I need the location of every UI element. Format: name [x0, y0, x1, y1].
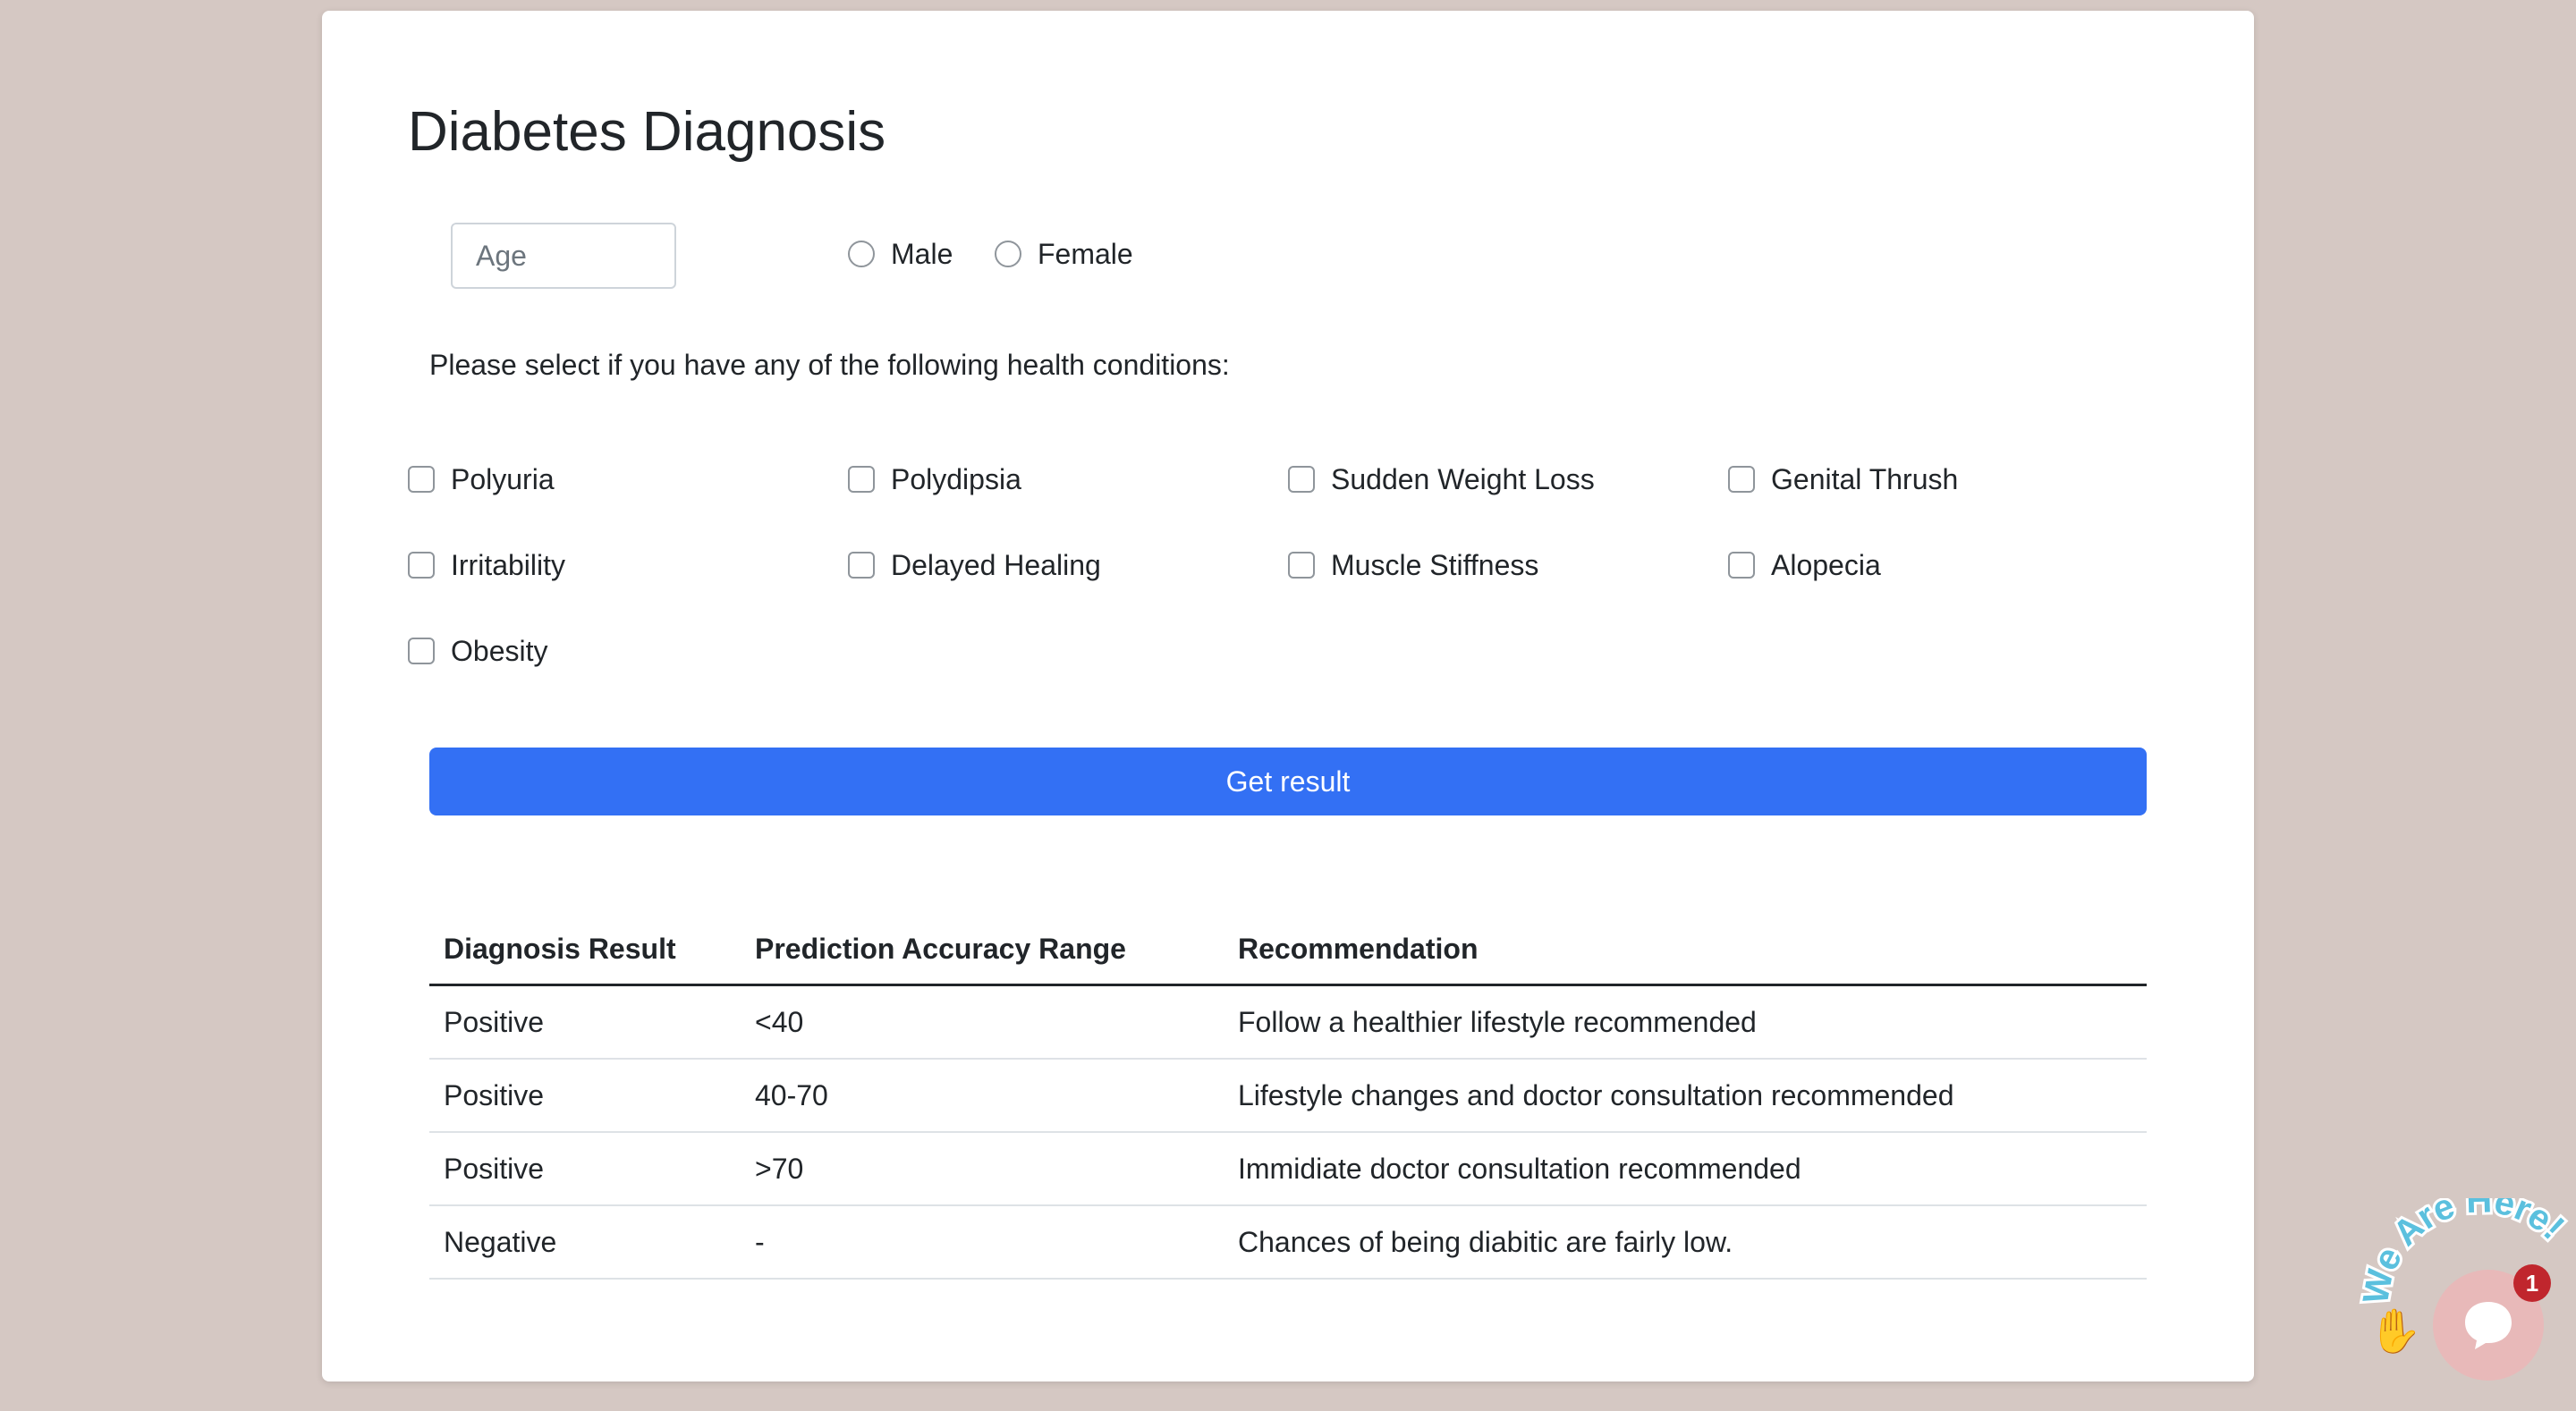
accuracy-range-cell: >70 — [741, 1132, 1224, 1206]
accuracy-range-cell: 40-70 — [741, 1059, 1224, 1133]
get-result-button[interactable]: Get result — [429, 748, 2147, 815]
diagnosis-result-cell: Negative — [429, 1205, 741, 1280]
condition-label: Genital Thrush — [1771, 462, 1959, 495]
checkbox[interactable] — [1288, 552, 1315, 579]
checkbox[interactable] — [1728, 552, 1755, 579]
condition-delayed-healing[interactable]: Delayed Healing — [848, 543, 1101, 587]
condition-polydipsia[interactable]: Polydipsia — [848, 457, 1021, 502]
condition-label: Obesity — [451, 634, 548, 667]
condition-sudden-weight-loss[interactable]: Sudden Weight Loss — [1288, 457, 1595, 502]
conditions-prompt: Please select if you have any of the fol… — [429, 349, 1230, 381]
checkbox[interactable] — [408, 638, 435, 664]
accuracy-range-cell: - — [741, 1205, 1224, 1280]
recommendation-cell: Follow a healthier lifestyle recommended — [1224, 984, 2147, 1060]
recommendation-cell: Immidiate doctor consultation recommende… — [1224, 1132, 2147, 1206]
results-table: Diagnosis Result Prediction Accuracy Ran… — [429, 914, 2147, 1280]
radio-button[interactable] — [848, 241, 875, 267]
checkbox[interactable] — [408, 552, 435, 579]
header-diagnosis-result: Diagnosis Result — [429, 914, 741, 986]
condition-obesity[interactable]: Obesity — [408, 629, 547, 673]
checkbox[interactable] — [848, 552, 875, 579]
condition-alopecia[interactable]: Alopecia — [1728, 543, 1881, 587]
gender-radio-male[interactable]: Male — [848, 232, 953, 275]
diagnosis-result-cell: Positive — [429, 1059, 741, 1133]
table-row: Positive >70 Immidiate doctor consultati… — [429, 1132, 2147, 1206]
diagnosis-result-cell: Positive — [429, 984, 741, 1060]
radio-label-female: Female — [1038, 237, 1133, 270]
waving-hand-icon: ✋ — [2368, 1308, 2422, 1356]
condition-label: Delayed Healing — [891, 548, 1101, 581]
table-row: Positive 40-70 Lifestyle changes and doc… — [429, 1059, 2147, 1133]
table-row: Negative - Chances of being diabitic are… — [429, 1205, 2147, 1280]
checkbox[interactable] — [848, 466, 875, 493]
condition-muscle-stiffness[interactable]: Muscle Stiffness — [1288, 543, 1538, 587]
accuracy-range-cell: <40 — [741, 984, 1224, 1060]
page-title: Diabetes Diagnosis — [408, 101, 886, 163]
table-row: Positive <40 Follow a healthier lifestyl… — [429, 984, 2147, 1060]
checkbox[interactable] — [408, 466, 435, 493]
unread-count-badge: 1 — [2513, 1264, 2551, 1302]
condition-label: Sudden Weight Loss — [1331, 462, 1595, 495]
radio-label-male: Male — [891, 237, 953, 270]
condition-irritability[interactable]: Irritability — [408, 543, 565, 587]
chat-bubble-icon — [2465, 1302, 2512, 1349]
radio-button[interactable] — [995, 241, 1021, 267]
age-input[interactable] — [451, 223, 676, 289]
condition-label: Alopecia — [1771, 548, 1881, 581]
diagnosis-result-cell: Positive — [429, 1132, 741, 1206]
diagnosis-card: Diabetes Diagnosis Male Female Please se… — [322, 11, 2254, 1381]
gender-radio-female[interactable]: Female — [995, 232, 1133, 275]
page: Diabetes Diagnosis Male Female Please se… — [0, 0, 2576, 1411]
condition-polyuria[interactable]: Polyuria — [408, 457, 555, 502]
checkbox[interactable] — [1288, 466, 1315, 493]
checkbox[interactable] — [1728, 466, 1755, 493]
recommendation-cell: Lifestyle changes and doctor consultatio… — [1224, 1059, 2147, 1133]
recommendation-cell: Chances of being diabitic are fairly low… — [1224, 1205, 2147, 1280]
condition-genital-thrush[interactable]: Genital Thrush — [1728, 457, 1958, 502]
header-prediction-accuracy-range: Prediction Accuracy Range — [741, 914, 1224, 986]
condition-label: Polydipsia — [891, 462, 1021, 495]
table-header-row: Diagnosis Result Prediction Accuracy Ran… — [429, 914, 2147, 986]
condition-label: Muscle Stiffness — [1331, 548, 1539, 581]
condition-label: Polyuria — [451, 462, 555, 495]
chat-widget[interactable]: We Are Here! ✋ 1 — [2352, 1198, 2576, 1411]
header-recommendation: Recommendation — [1224, 914, 2147, 986]
condition-label: Irritability — [451, 548, 566, 581]
